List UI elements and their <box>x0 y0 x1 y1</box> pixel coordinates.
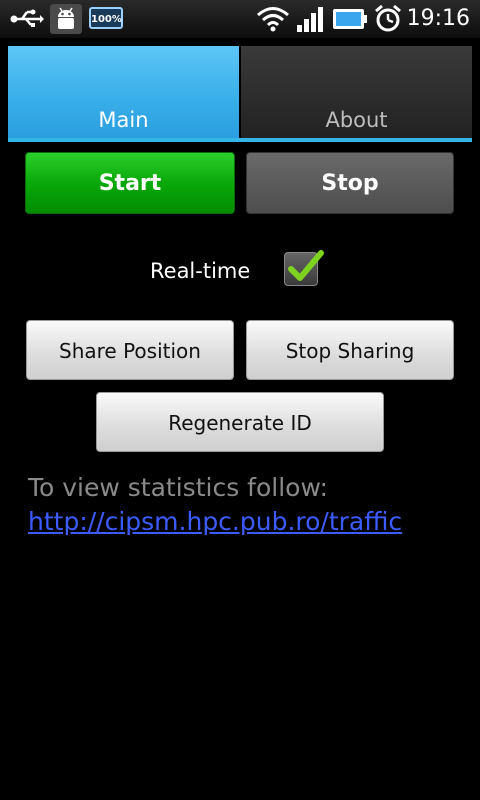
signal-icon <box>296 5 326 37</box>
checkmark-icon <box>288 250 324 281</box>
tab-about[interactable]: About <box>241 46 472 138</box>
usb-icon <box>10 9 44 33</box>
android-debug-icon <box>50 4 82 38</box>
stop-sharing-button[interactable]: Stop Sharing <box>246 320 454 380</box>
wifi-icon <box>256 6 290 36</box>
statistics-link[interactable]: http://cipsm.hpc.pub.ro/traffic <box>28 506 402 538</box>
battery-badge-icon: 100% <box>89 7 123 29</box>
alarm-icon <box>374 4 402 38</box>
realtime-label: Real-time <box>150 259 251 283</box>
tab-main-label: Main <box>98 108 149 132</box>
realtime-checkbox[interactable] <box>284 250 324 286</box>
tab-indicator <box>8 138 472 142</box>
tab-about-label: About <box>325 108 388 132</box>
battery-icon <box>332 7 368 35</box>
tab-main[interactable]: Main <box>8 46 239 138</box>
statistics-text: To view statistics follow: <box>28 473 328 502</box>
tab-bar: Main About <box>8 46 472 142</box>
regenerate-id-button[interactable]: Regenerate ID <box>96 392 384 452</box>
stop-button[interactable]: Stop <box>246 152 454 214</box>
battery-badge-label: 100% <box>91 14 122 25</box>
start-button[interactable]: Start <box>25 152 235 214</box>
share-position-button[interactable]: Share Position <box>26 320 234 380</box>
status-bar: 100% 19:16 <box>0 0 480 38</box>
clock-time: 19:16 <box>406 6 470 31</box>
